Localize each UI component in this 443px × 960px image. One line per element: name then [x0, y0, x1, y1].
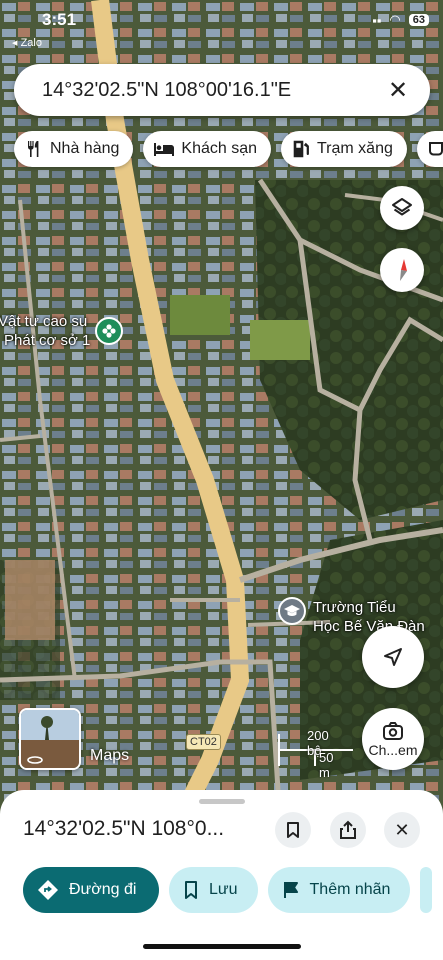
school-poi-marker[interactable] [278, 597, 306, 625]
chip-label: Trạm xăng [317, 140, 393, 157]
close-sheet-button[interactable]: ✕ [384, 812, 420, 848]
street-view-photo [21, 710, 79, 768]
gas-pump-icon [293, 140, 309, 158]
save-bookmark-button[interactable] [275, 812, 311, 848]
street-view-label: Maps [90, 747, 130, 764]
camera-label: Ch...em [368, 741, 418, 758]
battery-icon: 63 [408, 14, 429, 26]
layers-icon [392, 198, 412, 216]
chip-hotels[interactable]: Khách sạn [143, 131, 271, 167]
save-button[interactable]: Lưu [169, 867, 258, 913]
layers-button[interactable] [380, 186, 424, 230]
place-details-sheet: 14°32'02.5"N 108°0... ✕ Đường đi Lưu Thê… [0, 790, 443, 960]
fork-knife-icon [28, 141, 39, 157]
place-name-line: Phát cơ sở 1 [4, 332, 91, 349]
place-name-line: Vật tư cao su [0, 313, 88, 330]
close-icon: ✕ [394, 819, 410, 840]
sheet-drag-handle[interactable] [199, 799, 245, 804]
directions-button[interactable]: Đường đi [23, 867, 159, 913]
street-view-thumbnail[interactable] [19, 708, 81, 770]
camera-search-button[interactable]: Ch...em [362, 708, 424, 770]
coffee-icon [428, 142, 443, 156]
sheet-title: 14°32'02.5"N 108°0... [23, 817, 225, 840]
back-to-app-link[interactable]: ◂ Zalo [12, 36, 42, 49]
compass-button[interactable] [380, 248, 424, 292]
bed-icon [154, 143, 175, 156]
search-bar[interactable]: 14°32'02.5"N 108°00'16.1"E ✕ [14, 64, 430, 116]
add-label-label: Thêm nhãn [309, 881, 391, 898]
add-label-button[interactable]: Thêm nhãn [267, 867, 411, 913]
status-time: 3:51 [42, 10, 77, 29]
directions-icon [38, 880, 58, 900]
my-location-button[interactable] [362, 626, 424, 688]
action-buttons: Đường đi Lưu Thêm nhãn [23, 867, 433, 913]
bookmark-icon [185, 881, 197, 899]
share-icon [340, 820, 356, 839]
chip-label: Nhà hàng [50, 140, 120, 157]
close-icon[interactable]: ✕ [384, 76, 412, 105]
share-button[interactable] [330, 812, 366, 848]
more-actions-button[interactable] [420, 867, 433, 913]
road-label: CT02 [186, 734, 221, 750]
flower-icon [102, 324, 116, 338]
status-bar: 3:51 ◂ Zalo ▪▪ ◠ 63 [0, 0, 443, 50]
bookmark-icon [287, 822, 299, 838]
place-name-line: Trường Tiểu [313, 599, 396, 616]
chip-gas-stations[interactable]: Trạm xăng [281, 131, 407, 167]
navigation-arrow-icon [384, 648, 402, 666]
graduation-cap-icon [284, 605, 300, 616]
chip-coffee[interactable] [416, 131, 443, 167]
chip-label: Khách sạn [181, 140, 257, 157]
flag-icon [283, 882, 298, 898]
wifi-icon: ◠ [389, 12, 401, 27]
compass-icon [400, 259, 407, 281]
camera-icon [383, 721, 403, 740]
search-input[interactable]: 14°32'02.5"N 108°00'16.1"E [42, 79, 384, 102]
store-poi-marker[interactable] [95, 317, 123, 345]
chip-restaurants[interactable]: Nhà hàng [14, 131, 134, 167]
save-label: Lưu [209, 881, 238, 898]
scale-bottom-label: 50 m [319, 750, 334, 780]
category-chips: Nhà hàng Khách sạn Trạm xăng [14, 131, 443, 167]
status-indicators: ▪▪ ◠ 63 [372, 12, 429, 28]
directions-label: Đường đi [69, 881, 137, 898]
place-label-vat-tu-cao-su[interactable]: Vật tư cao su Phát cơ sở 1 [0, 312, 90, 350]
home-indicator [143, 944, 301, 949]
signal-icon: ▪▪ [372, 12, 382, 28]
